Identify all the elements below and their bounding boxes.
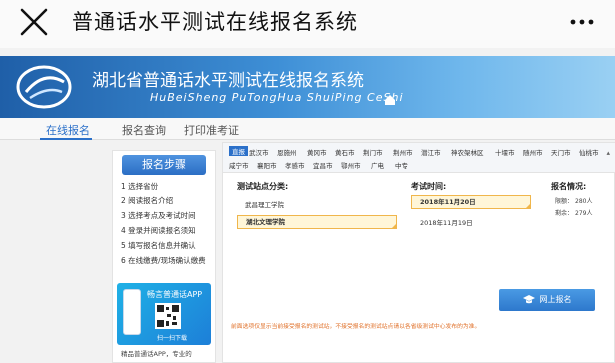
city-option[interactable]: 广电 — [371, 160, 384, 170]
collapse-caret-icon[interactable]: ▴ — [606, 149, 610, 157]
tab-online-signup[interactable]: 在线报名 — [46, 122, 90, 138]
tab-signup-query[interactable]: 报名查询 — [122, 122, 166, 138]
city-option[interactable]: 仙桃市 — [579, 147, 599, 157]
steps-panel: 报名步骤 1 选择省份 2 阅读报名介绍 3 选择考点及考试时间 4 登录并阅读… — [112, 150, 216, 363]
quota-label: 限额： — [555, 198, 574, 205]
city-option[interactable]: 荆州市 — [393, 147, 413, 157]
active-tab-indicator — [40, 138, 92, 140]
step-item: 6 在线缴费/现场确认缴费 — [121, 256, 206, 265]
city-option[interactable]: 天门市 — [551, 147, 571, 157]
qr-code-icon — [155, 303, 181, 329]
step-item: 4 登录并阅读报名须知 — [121, 226, 196, 235]
date-option-selected[interactable]: 2018年11月20日 — [411, 195, 531, 209]
city-option[interactable]: 随州市 — [523, 147, 543, 157]
site-option-selected[interactable]: 湖北文理学院 — [237, 215, 397, 229]
city-filter: 直报 武汉市 恩施州 黄冈市 黄石市 荆门市 荆州市 潜江市 神农架林区 十堰市… — [223, 143, 615, 173]
city-option[interactable]: 黄石市 — [335, 147, 355, 157]
home-icon[interactable] — [384, 94, 396, 106]
steps-button[interactable]: 报名步骤 — [122, 155, 206, 175]
tab-print-admission[interactable]: 打印准考证 — [184, 122, 239, 138]
step-item: 2 阅读报名介绍 — [121, 196, 174, 205]
phone-icon — [123, 289, 141, 335]
quota-value: 280人 — [575, 198, 593, 205]
banner-title-en: HuBeiSheng PuTongHua ShuiPing CeShi — [150, 91, 404, 104]
col-header-status: 报名情况: — [551, 182, 587, 191]
app-ad-title: 畅言普通话APP — [147, 290, 203, 299]
remaining-label: 剩余： — [555, 210, 574, 217]
site-option[interactable]: 武昌理工学院 — [245, 199, 284, 209]
selected-corner — [525, 203, 531, 209]
app-download-ad[interactable]: 畅言普通话APP 扫一扫下载 — [117, 283, 211, 345]
city-option[interactable]: 直报 — [229, 146, 248, 156]
city-option[interactable]: 中专 — [395, 160, 408, 170]
city-option[interactable]: 黄冈市 — [307, 147, 327, 157]
city-option[interactable]: 武汉市 — [249, 147, 269, 157]
col-header-time: 考试时间: — [411, 182, 447, 191]
date-option[interactable]: 2018年11月19日 — [420, 217, 473, 227]
more-icon[interactable] — [569, 18, 595, 26]
step-item: 3 选择考点及考试时间 — [121, 211, 196, 220]
app-bar: 普通话水平测试在线报名系统 — [0, 0, 615, 48]
close-icon[interactable] — [18, 6, 50, 38]
notice-text: 前面选项仅显示当前接受报名的测试站，不接受报名的测试站点请以各省级测试中心发布的… — [231, 324, 481, 330]
city-option[interactable]: 咸宁市 — [229, 160, 249, 170]
app-ad-scan: 扫一扫下载 — [157, 335, 188, 342]
city-option[interactable]: 神农架林区 — [451, 147, 484, 157]
step-item: 1 选择省份 — [121, 182, 159, 191]
banner-title-cn: 湖北省普通话水平测试在线报名系统 — [92, 71, 364, 91]
site-banner: 湖北省普通话水平测试在线报名系统 HuBeiSheng PuTongHua Sh… — [0, 56, 615, 118]
app-title: 普通话水平测试在线报名系统 — [72, 10, 358, 34]
mouth-logo-icon — [16, 65, 72, 109]
city-option[interactable]: 十堰市 — [495, 147, 515, 157]
city-option[interactable]: 孝感市 — [285, 160, 305, 170]
registration-main: 直报 武汉市 恩施州 黄冈市 黄石市 荆门市 荆州市 潜江市 神农架林区 十堰市… — [222, 142, 615, 363]
city-option[interactable]: 鄂州市 — [341, 160, 361, 170]
app-ad-note: 精品普通话APP，专业的 — [121, 350, 192, 358]
graduation-cap-icon — [522, 295, 535, 304]
city-option[interactable]: 襄阳市 — [257, 160, 277, 170]
remaining-value: 279人 — [575, 210, 593, 217]
site-nav: 在线报名 报名查询 打印准考证 — [0, 118, 615, 140]
city-option[interactable]: 潜江市 — [421, 147, 441, 157]
city-option[interactable]: 荆门市 — [363, 147, 383, 157]
online-signup-label: 网上报名 — [539, 295, 572, 304]
city-option[interactable]: 恩施州 — [277, 147, 297, 157]
online-signup-button[interactable]: 网上报名 — [499, 289, 595, 311]
step-item: 5 填写报名信息并确认 — [121, 241, 196, 250]
city-option[interactable]: 宜昌市 — [313, 160, 333, 170]
col-header-site: 测试站点分类: — [237, 182, 289, 191]
selected-corner — [391, 223, 397, 229]
